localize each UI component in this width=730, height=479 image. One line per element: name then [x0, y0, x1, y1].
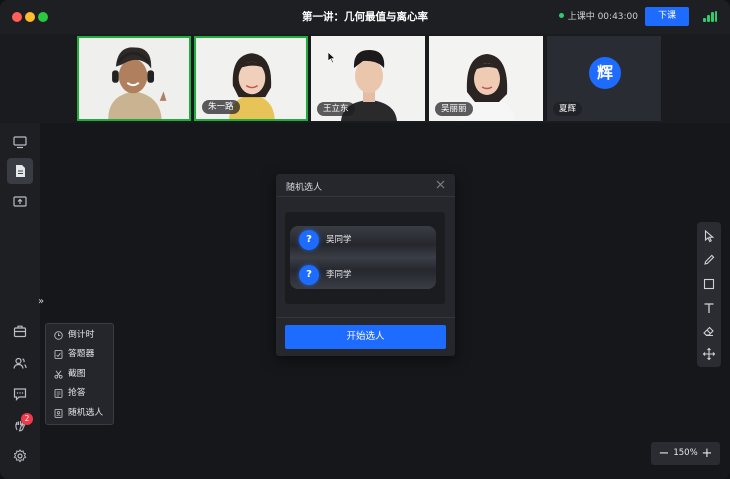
- members-button[interactable]: [7, 350, 33, 376]
- close-icon[interactable]: [434, 178, 447, 191]
- participant-name-tag: 吴丽丽: [435, 102, 473, 116]
- title-bar: 第一讲：几何最值与离心率 上课中 00:43:00 下课: [0, 0, 730, 34]
- menu-item-label: 答题器: [68, 349, 95, 360]
- pointer-icon[interactable]: [702, 229, 716, 243]
- drawing-toolbar: [697, 222, 721, 367]
- random-pick-dialog: 随机选人 ? 吴同学 ? 李同学 开始选人: [276, 174, 455, 356]
- buzzer-icon: [54, 389, 63, 399]
- signal-strength-icon: [703, 11, 717, 22]
- menu-item-screenshot[interactable]: 截图: [46, 365, 113, 384]
- class-timer: 00:43:00: [597, 12, 638, 22]
- monitor-icon: [13, 136, 27, 149]
- chat-button[interactable]: [7, 381, 33, 407]
- zoom-level: 150%: [673, 448, 698, 458]
- gear-icon: [13, 449, 27, 463]
- menu-item-label: 倒计时: [68, 330, 95, 340]
- participant-name-tag: 朱一路: [202, 100, 240, 114]
- video-tile-student-1[interactable]: 朱一路: [194, 36, 308, 121]
- participant-name-tag: 夏辉: [553, 102, 583, 116]
- mouse-cursor-icon: [328, 52, 336, 63]
- toolbox-button[interactable]: [7, 318, 33, 344]
- avatar: 辉: [589, 57, 621, 89]
- video-tile-student-3[interactable]: 吴丽丽: [429, 36, 543, 121]
- participant-name-tag: 王立东: [317, 102, 355, 116]
- candidate-name: 吴同学: [326, 235, 352, 245]
- settings-button[interactable]: [7, 443, 33, 469]
- question-mark-icon: ?: [299, 230, 319, 250]
- upload-button[interactable]: [7, 189, 33, 215]
- document-icon: [16, 165, 25, 177]
- notification-badge: 2: [21, 413, 33, 425]
- start-pick-button[interactable]: 开始选人: [285, 325, 446, 349]
- video-tile-student-4[interactable]: 辉 夏辉: [547, 36, 661, 121]
- candidate-name: 李同学: [326, 270, 352, 280]
- menu-item-label: 截图: [68, 368, 86, 379]
- menu-item-label: 抢答: [68, 388, 86, 399]
- menu-item-label: 随机选人: [68, 407, 104, 418]
- courseware-button[interactable]: [7, 158, 33, 184]
- rectangle-icon[interactable]: [702, 277, 716, 291]
- random-pick-icon: [54, 408, 63, 418]
- users-icon: [13, 357, 27, 369]
- class-status: 上课中 00:43:00: [558, 0, 638, 34]
- text-icon[interactable]: [702, 301, 716, 315]
- pick-stage: ? 吴同学 ? 李同学: [285, 212, 445, 304]
- scissors-icon: [54, 370, 63, 379]
- class-status-label: 上课中: [567, 12, 595, 22]
- tools-menu: 倒计时 答题器 截图 抢答 随机选人: [45, 323, 114, 425]
- screen-share-button[interactable]: [7, 129, 33, 155]
- video-tile-teacher[interactable]: [77, 36, 191, 121]
- zoom-control: − 150% +: [651, 442, 720, 465]
- dialog-title: 随机选人: [286, 183, 323, 193]
- close-window-button[interactable]: [12, 12, 22, 22]
- move-icon[interactable]: [702, 347, 716, 361]
- classroom-window: 第一讲：几何最值与离心率 上课中 00:43:00 下课 朱一路 王立东 吴丽丽…: [0, 0, 730, 479]
- zoom-out-button[interactable]: −: [656, 442, 672, 465]
- video-tile-student-2[interactable]: 王立东: [311, 36, 425, 121]
- chat-icon: [13, 388, 27, 401]
- video-strip: 朱一路 王立东 吴丽丽 辉 夏辉: [0, 34, 730, 123]
- teacher-video: [79, 38, 189, 119]
- question-mark-icon: ?: [299, 265, 319, 285]
- menu-item-countdown[interactable]: 倒计时: [46, 326, 113, 345]
- quiz-icon: [54, 350, 63, 360]
- pencil-icon[interactable]: [702, 253, 716, 267]
- upload-icon: [13, 196, 27, 207]
- expand-chevron-icon[interactable]: »: [35, 295, 47, 309]
- divider: [276, 196, 455, 197]
- zoom-in-button[interactable]: +: [699, 442, 715, 465]
- divider: [276, 317, 455, 318]
- clock-icon: [54, 331, 63, 340]
- maximize-window-button[interactable]: [38, 12, 48, 22]
- eraser-icon[interactable]: [702, 324, 716, 338]
- menu-item-buzzer[interactable]: 抢答: [46, 384, 113, 403]
- menu-item-random-pick[interactable]: 随机选人: [46, 404, 113, 423]
- minimize-window-button[interactable]: [25, 12, 35, 22]
- live-dot-icon: [558, 13, 564, 18]
- menu-item-quiz[interactable]: 答题器: [46, 345, 113, 364]
- end-class-button[interactable]: 下课: [645, 7, 689, 26]
- toolbox-icon: [13, 325, 27, 338]
